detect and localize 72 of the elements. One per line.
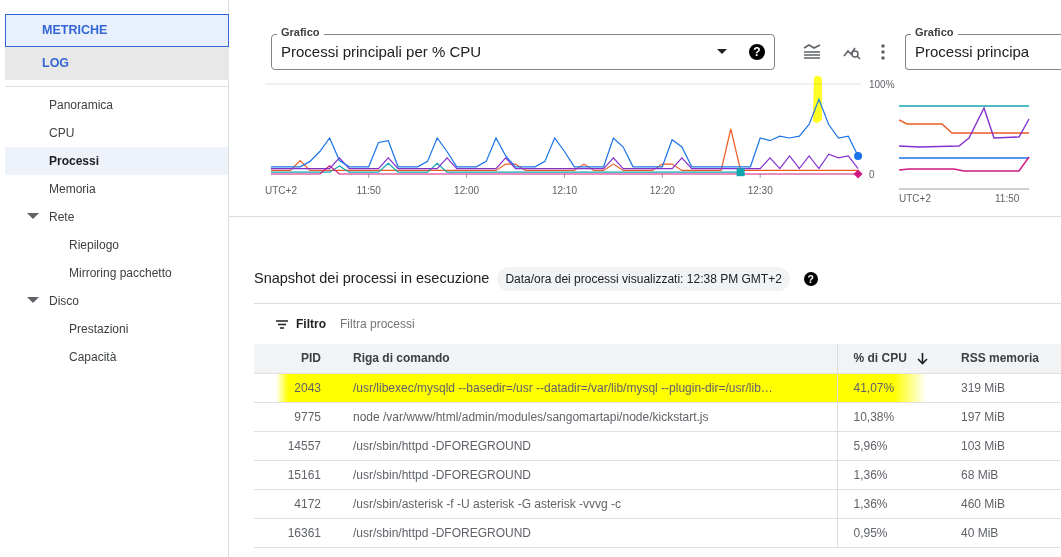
table-cell: 10,38% xyxy=(837,402,945,431)
column-header[interactable]: RSS memoria xyxy=(945,344,1061,373)
table-cell: 103 MiB xyxy=(945,431,1061,460)
field-label: Grafico xyxy=(277,25,324,39)
nav-item[interactable]: Mirroring pacchetto xyxy=(5,259,228,287)
tab[interactable]: LOG xyxy=(5,47,229,80)
filter-button[interactable]: Filtro xyxy=(276,315,326,333)
help-icon[interactable]: ? xyxy=(749,44,765,60)
help-icon[interactable]: ? xyxy=(803,272,818,286)
axis-label: 12:10 xyxy=(551,185,577,196)
axis-label: 11:50 xyxy=(995,192,1021,206)
table-cell: 15161 xyxy=(254,460,336,489)
table-cell: 9775 xyxy=(254,402,336,431)
nav-item[interactable]: Memoria xyxy=(5,175,228,203)
tab[interactable]: METRICHE xyxy=(5,14,229,47)
dropdown-caret-icon[interactable] xyxy=(717,49,727,55)
nav-item[interactable]: Disco xyxy=(5,287,228,315)
axis-label: 12:00 xyxy=(454,185,480,196)
table-cell: 319 MiB xyxy=(945,373,1061,402)
nav-item[interactable]: CPU xyxy=(5,119,228,147)
table-cell: /usr/sbin/httpd -DFOREGROUND xyxy=(336,460,837,489)
table-cell: 68 MiB xyxy=(945,460,1061,489)
table-cell: 16361 xyxy=(254,518,336,547)
nav-item[interactable]: Riepilogo xyxy=(5,231,228,259)
timestamp-chip: Data/ora dei processi visualizzati: 12:38 PM GMT+2 xyxy=(497,267,790,291)
tick-mark xyxy=(466,173,468,179)
nav-item[interactable]: Prestazioni xyxy=(5,315,228,343)
nav-item[interactable]: Rete xyxy=(5,203,228,231)
caret-icon[interactable] xyxy=(27,297,39,305)
table-cell: /usr/sbin/httpd -DFOREGROUND xyxy=(336,431,837,460)
table-cell: 197 MiB xyxy=(945,402,1061,431)
table-cell: 5,96% xyxy=(837,431,945,460)
select-value: Processi principali per % CPU xyxy=(281,41,482,62)
tick-mark xyxy=(661,173,663,179)
more-menu-icon[interactable] xyxy=(881,44,885,60)
column-header[interactable]: PID xyxy=(254,344,336,373)
chart-select[interactable]: Grafico Processi principali per % CPU ? xyxy=(271,25,775,70)
caret-icon[interactable] xyxy=(27,213,39,221)
axis-title: UTC+2 xyxy=(265,185,297,196)
column-header[interactable]: % di CPU xyxy=(837,344,945,373)
tick-mark xyxy=(759,173,761,179)
nav-item[interactable]: Capacità xyxy=(5,343,228,371)
table-cell: /usr/sbin/asterisk -f -U asterisk -G asterisk -vvvg -c xyxy=(336,489,837,518)
table-cell: 4172 xyxy=(254,489,336,518)
tick-mark xyxy=(563,173,565,179)
section-title: Snapshot dei processi in esecuzione xyxy=(254,269,490,289)
legend-lines-icon[interactable] xyxy=(803,44,821,60)
table-cell: 41,07% xyxy=(837,373,945,402)
axis-label: 0 xyxy=(869,168,875,180)
table-cell: 40 MiB xyxy=(945,518,1061,547)
table-cell: 0,95% xyxy=(837,518,945,547)
sort-arrow-icon[interactable] xyxy=(916,353,928,366)
table-cell: 460 MiB xyxy=(945,489,1061,518)
table-cell: node /var/www/html/admin/modules/sangomartapi/node/kickstart.js xyxy=(336,402,837,431)
axis-label: 11:50 xyxy=(356,185,381,196)
column-header[interactable]: Riga di comando xyxy=(336,344,837,373)
axis-label: UTC+2 xyxy=(899,192,932,206)
axis-label: 12:20 xyxy=(649,185,675,196)
filter-icon[interactable] xyxy=(276,319,288,329)
table-cell: 1,36% xyxy=(837,460,945,489)
table-cell: /usr/libexec/mysqld --basedir=/usr --datadir=/var/lib/mysql --plugin-dir=/usr/lib… xyxy=(336,373,837,402)
table-cell: 1,36% xyxy=(837,489,945,518)
field-label: Grafico xyxy=(911,25,958,39)
select-value: Processi principa xyxy=(915,41,1030,62)
tick-mark xyxy=(368,173,370,179)
axis-label: 12:30 xyxy=(747,185,773,196)
axis-label: 100% xyxy=(869,78,895,90)
nav-item[interactable]: Processi xyxy=(5,147,228,175)
nav-item[interactable]: Panoramica xyxy=(5,91,228,119)
table-cell: 2043 xyxy=(254,373,336,402)
table-cell: /usr/sbin/httpd -DFOREGROUND xyxy=(336,518,837,547)
table-cell: 14557 xyxy=(254,431,336,460)
